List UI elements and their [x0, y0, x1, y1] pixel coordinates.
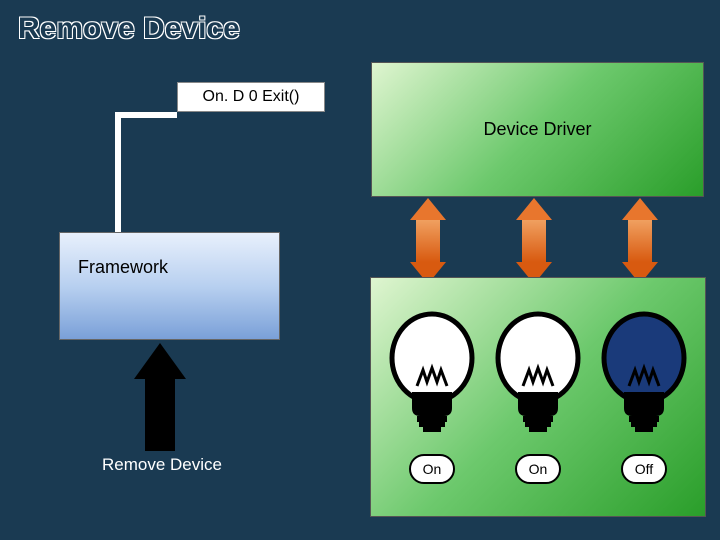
- remove-device-label: Remove Device: [97, 454, 227, 476]
- double-arrow-icon: [628, 198, 652, 284]
- lightbulb-icon: [493, 310, 583, 440]
- callback-label-box: On. D 0 Exit(): [177, 82, 325, 112]
- framework-label: Framework: [78, 257, 168, 278]
- bulb-state-text: Off: [635, 461, 653, 477]
- double-arrow-icon: [522, 198, 546, 284]
- double-arrow-icon: [416, 198, 440, 284]
- bulb-state-text: On: [529, 461, 548, 477]
- device-driver-label: Device Driver: [483, 119, 591, 140]
- arrow-up-icon: [145, 343, 175, 451]
- callback-label-text: On. D 0 Exit(): [203, 88, 300, 106]
- bulb-state-badge: Off: [621, 454, 667, 484]
- bulbs-panel: On On Off: [370, 277, 706, 517]
- lightbulb-icon: [387, 310, 477, 440]
- bulb-state-badge: On: [515, 454, 561, 484]
- framework-box: Framework: [59, 232, 280, 340]
- device-driver-box: Device Driver: [371, 62, 704, 197]
- connector-horizontal: [115, 112, 177, 118]
- bulb-state-badge: On: [409, 454, 455, 484]
- bulb-state-text: On: [423, 461, 442, 477]
- bulb-column: On: [387, 310, 477, 484]
- page-title: Remove Device: [18, 12, 240, 46]
- bulb-column: Off: [599, 310, 689, 484]
- bulb-column: On: [493, 310, 583, 484]
- lightbulb-icon: [599, 310, 689, 440]
- connector-vertical: [115, 112, 121, 232]
